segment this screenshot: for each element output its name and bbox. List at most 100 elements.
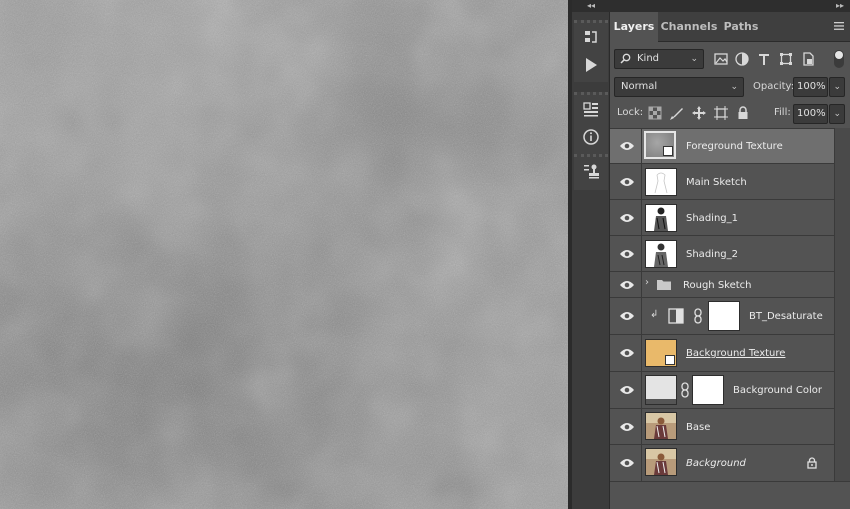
link-icon[interactable] (693, 308, 703, 324)
layer-name: Main Sketch (686, 177, 747, 188)
layers-panel: ▸▸ Layers Channels Paths Kind ⌄ Normal ⌄… (610, 0, 850, 509)
layer-name: Background Color (733, 385, 822, 396)
clone-source-button[interactable] (574, 157, 608, 185)
filter-kind-value: Kind (637, 53, 660, 64)
blend-row: Normal ⌄ Opacity: 100% ⌄ (610, 74, 850, 100)
dock-group-history (574, 20, 608, 82)
layer-row-background[interactable]: Background (610, 445, 834, 482)
filter-row: Kind ⌄ (610, 46, 850, 72)
lock-pixels-icon[interactable] (669, 105, 685, 121)
layer-thumbnail (645, 339, 677, 367)
layer-name: Foreground Texture (686, 141, 783, 152)
collapse-panel-button[interactable]: ▸▸ (836, 0, 844, 12)
actions-button[interactable] (574, 51, 608, 79)
tab-layers[interactable]: Layers (610, 12, 658, 42)
filter-smart-object-icon[interactable] (800, 51, 816, 67)
eye-icon[interactable] (619, 140, 635, 152)
eye-icon[interactable] (619, 212, 635, 224)
lock-position-icon[interactable] (691, 105, 707, 121)
layer-name: BT_Desaturate (749, 311, 823, 322)
history-button[interactable] (574, 23, 608, 51)
opacity-input[interactable]: 100% (793, 77, 828, 97)
layer-list-scrollbar[interactable] (834, 128, 850, 481)
layer-row-main-sketch[interactable]: Main Sketch (610, 164, 834, 200)
layer-name: Base (686, 422, 711, 433)
filter-kind-dropdown[interactable]: Kind ⌄ (614, 49, 704, 69)
layer-group-rough-sketch[interactable]: › Rough Sketch (610, 272, 834, 298)
layer-row-bt-desaturate[interactable]: ↲ BT_Desaturate (610, 298, 834, 335)
opacity-slider-button[interactable]: ⌄ (829, 77, 845, 97)
eye-icon[interactable] (619, 248, 635, 260)
layer-name: Background (686, 458, 746, 469)
fill-layer-thumbnail (645, 375, 677, 405)
chevron-down-icon: ⌄ (690, 54, 698, 64)
history-icon (585, 31, 597, 43)
blend-mode-value: Normal (621, 81, 658, 92)
layer-mask-thumbnail (708, 301, 740, 331)
fill-slider-button[interactable]: ⌄ (829, 104, 845, 124)
paper-texture (0, 0, 568, 509)
lock-icon[interactable] (806, 457, 818, 469)
layer-thumbnail (645, 412, 677, 440)
info-icon (583, 129, 599, 145)
eye-icon[interactable] (619, 310, 635, 322)
layer-thumbnail (645, 448, 677, 476)
layer-row-base[interactable]: Base (610, 409, 834, 445)
layer-name: Rough Sketch (683, 280, 752, 291)
properties-icon (583, 102, 598, 117)
layers-bottom-bar (610, 481, 850, 509)
eye-icon[interactable] (619, 279, 635, 291)
eye-icon[interactable] (619, 457, 635, 469)
lock-transparent-icon[interactable] (648, 106, 662, 120)
folder-icon (657, 280, 671, 290)
layer-thumbnail (644, 131, 676, 159)
layer-name: Shading_1 (686, 213, 738, 224)
layer-thumbnail (645, 204, 677, 232)
layer-row-background-texture[interactable]: Background Texture (610, 335, 834, 372)
info-button[interactable] (574, 123, 608, 151)
chevron-right-icon[interactable]: › (645, 277, 649, 288)
smart-object-badge-icon (665, 355, 675, 365)
eye-icon[interactable] (619, 384, 635, 396)
panel-dock-strip: ◂◂ (572, 0, 610, 509)
link-icon[interactable] (680, 382, 690, 398)
properties-button[interactable] (574, 95, 608, 123)
fill-input[interactable]: 100% (793, 104, 828, 124)
blend-mode-dropdown[interactable]: Normal ⌄ (614, 77, 744, 97)
adjustment-layer-icon (668, 308, 684, 324)
menu-icon[interactable] (834, 21, 844, 31)
lock-row: Lock: Fill: 100% ⌄ (610, 101, 850, 127)
layer-thumbnail (645, 168, 677, 196)
tab-paths[interactable]: Paths (720, 12, 762, 42)
clone-stamp-icon (584, 164, 599, 179)
dock-group-clone (574, 154, 608, 190)
eye-icon[interactable] (619, 176, 635, 188)
chevron-down-icon: ⌄ (833, 109, 841, 119)
layer-name: Shading_2 (686, 249, 738, 260)
chevron-down-icon: ⌄ (730, 82, 738, 92)
clipping-arrow-icon: ↲ (650, 309, 659, 320)
filter-pixel-icon[interactable] (713, 51, 729, 67)
chevron-down-icon: ⌄ (833, 82, 841, 92)
lock-label: Lock: (617, 107, 644, 118)
filter-adjustment-icon[interactable] (734, 51, 750, 67)
layer-list: Foreground Texture Main Sketch Shading_1 (610, 128, 834, 482)
eye-icon[interactable] (619, 421, 635, 433)
lock-all-icon[interactable] (735, 105, 751, 121)
panel-collapse-bar: ▸▸ (610, 0, 850, 12)
layer-row-foreground-texture[interactable]: Foreground Texture (610, 129, 834, 164)
play-icon (586, 58, 597, 72)
tab-channels[interactable]: Channels (660, 12, 718, 42)
layer-row-shading-1[interactable]: Shading_1 (610, 200, 834, 236)
collapse-dock-button[interactable]: ◂◂ (572, 0, 610, 12)
filter-type-icon[interactable] (756, 51, 772, 67)
eye-icon[interactable] (619, 347, 635, 359)
layer-name: Background Texture (686, 348, 786, 359)
filter-shape-icon[interactable] (778, 51, 794, 67)
layer-thumbnail (645, 240, 677, 268)
document-canvas[interactable] (0, 0, 568, 509)
filter-toggle[interactable] (834, 50, 844, 68)
layer-row-shading-2[interactable]: Shading_2 (610, 236, 834, 272)
layer-row-background-color[interactable]: Background Color (610, 372, 834, 409)
lock-artboard-icon[interactable] (713, 105, 729, 121)
